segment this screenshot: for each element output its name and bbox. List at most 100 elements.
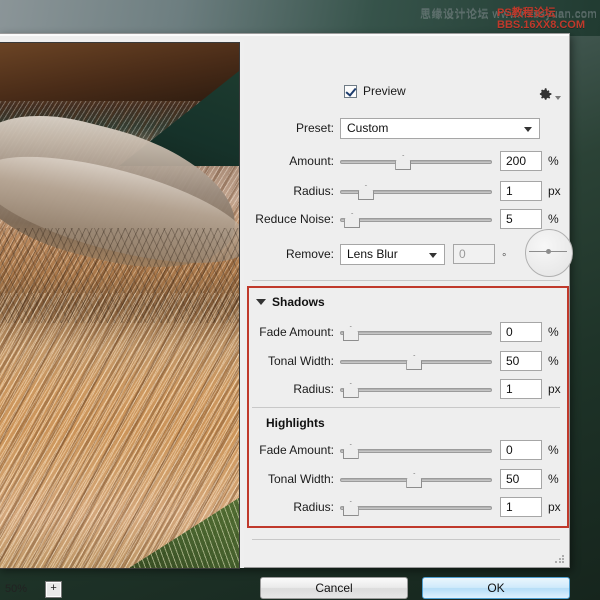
controls-panel: Preview Preset: Custom xyxy=(244,39,569,568)
remove-select[interactable]: Lens Blur xyxy=(340,244,445,265)
shadows-radius-unit: px xyxy=(548,382,566,396)
shadows-fade-amount-row: Fade Amount: 0 % xyxy=(244,320,569,344)
bottom-divider xyxy=(252,539,560,540)
highlights-tonal-width-field[interactable]: 50 xyxy=(500,469,542,489)
radius-label: Radius: xyxy=(244,184,340,198)
reduce-noise-label: Reduce Noise: xyxy=(244,212,340,226)
shadows-fade-amount-field[interactable]: 0 xyxy=(500,322,542,342)
preset-label: Preset: xyxy=(244,121,340,135)
shadows-tonal-width-field[interactable]: 50 xyxy=(500,351,542,371)
shadows-fade-amount-unit: % xyxy=(548,325,566,339)
remove-row: Remove: Lens Blur 0 ° xyxy=(244,242,569,266)
collapse-triangle-icon[interactable] xyxy=(256,299,266,305)
highlights-radius-track xyxy=(340,506,492,510)
amount-slider-track xyxy=(340,160,492,164)
reduce-noise-slider[interactable] xyxy=(340,207,492,231)
cancel-button[interactable]: Cancel xyxy=(260,577,408,599)
resize-grip[interactable] xyxy=(554,554,564,564)
preset-value: Custom xyxy=(347,121,388,135)
remove-label: Remove: xyxy=(244,247,340,261)
amount-row: Amount: 200 % xyxy=(244,149,569,173)
preview-row: Preview xyxy=(244,84,569,106)
highlights-radius-row: Radius: 1 px xyxy=(244,495,569,519)
preset-row: Preset: Custom xyxy=(244,117,569,139)
shadows-fade-amount-track xyxy=(340,331,492,335)
shadows-tonal-width-row: Tonal Width: 50 % xyxy=(244,349,569,373)
shadows-radius-row: Radius: 1 px xyxy=(244,377,569,401)
preview-label: Preview xyxy=(363,84,406,98)
zoom-in-button[interactable]: + xyxy=(45,581,62,598)
gear-icon[interactable] xyxy=(536,85,552,101)
highlights-tonal-width-row: Tonal Width: 50 % xyxy=(244,467,569,491)
preview-image[interactable] xyxy=(0,42,240,569)
zoom-bar: 50% + xyxy=(5,579,62,599)
chevron-down-icon xyxy=(524,127,532,132)
shadows-radius-label: Radius: xyxy=(244,382,340,396)
shadows-tonal-width-thumb[interactable] xyxy=(406,355,422,370)
shadows-fade-amount-slider[interactable] xyxy=(340,320,492,344)
angle-unit: ° xyxy=(502,252,506,264)
preview-checkbox-group[interactable]: Preview xyxy=(344,84,406,98)
amount-slider-thumb[interactable] xyxy=(395,155,411,170)
preview-dark-band xyxy=(0,43,239,101)
reduce-noise-value-field[interactable]: 5 xyxy=(500,209,542,229)
shadows-tonal-width-slider[interactable] xyxy=(340,349,492,373)
preview-checkbox[interactable] xyxy=(344,85,357,98)
section-divider xyxy=(252,280,560,281)
shadows-radius-thumb[interactable] xyxy=(343,383,359,398)
highlights-fade-amount-slider[interactable] xyxy=(340,438,492,462)
zoom-level-label: 50% xyxy=(5,583,27,595)
highlights-radius-field[interactable]: 1 xyxy=(500,497,542,517)
chevron-down-icon xyxy=(429,253,437,258)
highlights-tonal-width-label: Tonal Width: xyxy=(244,472,340,486)
highlights-tonal-width-thumb[interactable] xyxy=(406,473,422,488)
highlights-title: Highlights xyxy=(266,416,325,430)
radius-row: Radius: 1 px xyxy=(244,179,569,203)
shadows-highlights-divider xyxy=(252,407,560,408)
highlights-fade-amount-label: Fade Amount: xyxy=(244,443,340,457)
radius-slider[interactable] xyxy=(340,179,492,203)
shadows-section-header[interactable]: Shadows xyxy=(256,295,325,309)
highlights-fade-amount-thumb[interactable] xyxy=(343,444,359,459)
gear-dropdown-caret-icon[interactable] xyxy=(555,96,561,100)
amount-unit: % xyxy=(548,154,566,168)
radius-slider-thumb[interactable] xyxy=(358,185,374,200)
highlights-fade-amount-field[interactable]: 0 xyxy=(500,440,542,460)
shadows-tonal-width-label: Tonal Width: xyxy=(244,354,340,368)
highlights-section-header[interactable]: Highlights xyxy=(266,416,325,430)
watermark-red: PS教程论坛 BBS.16XX8.COM xyxy=(497,7,585,31)
highlights-fade-amount-unit: % xyxy=(548,443,566,457)
highlights-fade-amount-row: Fade Amount: 0 % xyxy=(244,438,569,462)
highlights-radius-slider[interactable] xyxy=(340,495,492,519)
highlights-tonal-width-slider[interactable] xyxy=(340,467,492,491)
shadows-fade-amount-thumb[interactable] xyxy=(343,326,359,341)
reduce-noise-slider-thumb[interactable] xyxy=(344,213,360,228)
reduce-noise-row: Reduce Noise: 5 % xyxy=(244,207,569,231)
radius-value-field[interactable]: 1 xyxy=(500,181,542,201)
angle-dial[interactable] xyxy=(525,229,573,277)
highlights-tonal-width-unit: % xyxy=(548,472,566,486)
image-preview-pane xyxy=(0,39,244,568)
highlights-radius-thumb[interactable] xyxy=(343,501,359,516)
angle-dial-center-dot xyxy=(546,249,551,254)
radius-unit: px xyxy=(548,184,566,198)
shadows-radius-track xyxy=(340,388,492,392)
angle-value-field[interactable]: 0 xyxy=(453,244,495,264)
amount-value-field[interactable]: 200 xyxy=(500,151,542,171)
highlights-radius-unit: px xyxy=(548,500,566,514)
shadows-radius-field[interactable]: 1 xyxy=(500,379,542,399)
shadows-tonal-width-unit: % xyxy=(548,354,566,368)
preset-select[interactable]: Custom xyxy=(340,118,540,139)
watermark-red-line2: BBS.16XX8.COM xyxy=(497,19,585,31)
watermark-red-line1: PS教程论坛 xyxy=(497,7,585,19)
smart-sharpen-dialog: 50% + Preview Prese xyxy=(0,33,570,568)
dialog-top-edge xyxy=(0,34,569,36)
ok-button[interactable]: OK xyxy=(422,577,570,599)
amount-label: Amount: xyxy=(244,154,340,168)
amount-slider[interactable] xyxy=(340,149,492,173)
reduce-noise-slider-track xyxy=(340,218,492,222)
shadows-fade-amount-label: Fade Amount: xyxy=(244,325,340,339)
highlights-radius-label: Radius: xyxy=(244,500,340,514)
shadows-title: Shadows xyxy=(272,295,325,309)
shadows-radius-slider[interactable] xyxy=(340,377,492,401)
